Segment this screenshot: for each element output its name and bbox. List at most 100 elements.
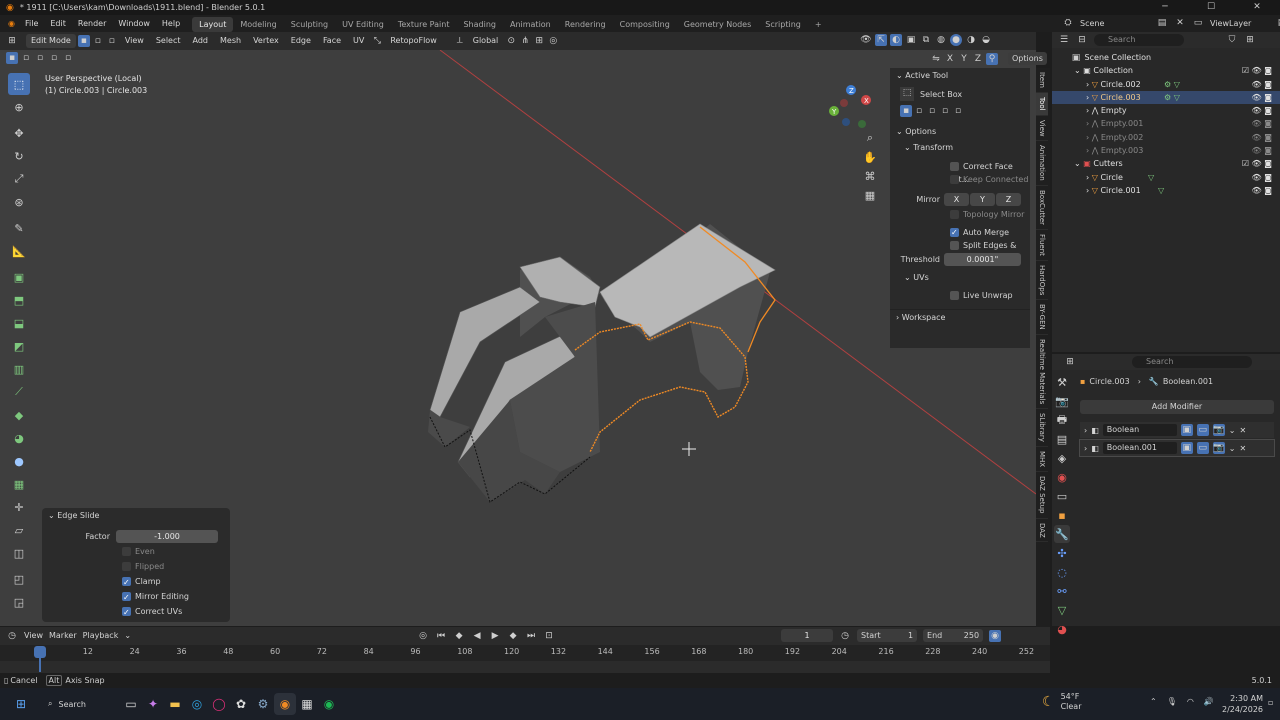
visibility-icon[interactable]: 👁 [860,34,872,46]
workspace-header[interactable]: › Workspace [890,309,1030,325]
scene-props-icon[interactable]: ◈ [1054,449,1070,467]
select-box-icon[interactable]: ⬚ [900,87,914,101]
menu-file[interactable]: File [19,15,44,32]
row-toggles-icon[interactable]: 👁 ◙ [1252,144,1272,157]
expand-icon[interactable]: › [1084,426,1087,435]
app-icon[interactable]: ▦ [296,693,318,715]
add-cube-tool-icon[interactable]: ▣ [8,266,30,288]
options-header[interactable]: ⌄ Options [890,124,1030,140]
display-mode-icon[interactable]: ⊟ [1076,34,1088,46]
tool-mode-invert-icon[interactable]: ▫ [939,105,951,117]
expand-icon[interactable]: ⌄ [1074,159,1081,168]
object-props-icon[interactable]: ▪ [1054,506,1070,524]
outliner-row-empty-001[interactable]: › ⋀ Empty.001 👁 ◙ [1052,117,1280,130]
prev-keyframe-icon[interactable]: ◆ [453,630,465,642]
measure-tool-icon[interactable]: 📐 [8,240,30,262]
volume-icon[interactable]: 🔊 [1204,697,1214,706]
row-toggles-icon[interactable]: 👁 ◙ [1252,78,1272,91]
timeline-editor-icon[interactable]: ◷ [6,630,18,642]
snap-icon[interactable]: ⋔ [519,35,531,47]
tool-mode-extend-icon[interactable]: ▫ [913,105,925,117]
modifier-row-boolean-001[interactable]: › ◧ Boolean.001 ▣ ▭ 📷 ⌄ ✕ [1079,439,1275,457]
dropdown-icon[interactable]: ⌄ [1229,426,1236,435]
camera-view-icon[interactable]: ⌘ [862,167,878,185]
particles-props-icon[interactable]: ✣ [1054,544,1070,562]
mode-selector[interactable]: Edit Mode [26,34,76,48]
outliner-row-circle-002[interactable]: › ▽ Circle.002 ⚙ ▽ 👁 ◙ [1052,78,1280,91]
split-edges-checkbox[interactable] [950,241,959,250]
rip-tool-icon[interactable]: ◫ [8,542,30,564]
factor-field[interactable]: -1.000 [116,529,218,543]
scene-close-icon[interactable]: ✕ [1174,17,1186,29]
mesh-overlay-icon[interactable]: ▣ [905,34,917,46]
material-props-icon[interactable]: ◕ [1054,620,1070,638]
npanel-mirror-x[interactable]: X [944,192,969,206]
outliner-row-empty-002[interactable]: › ⋀ Empty.002 👁 ◙ [1052,131,1280,144]
row-toggles-icon[interactable]: 👁 ◙ [1252,104,1272,117]
tab-texture-paint[interactable]: Texture Paint [391,17,457,32]
ntab-daz-setup[interactable]: DAZ Setup [1036,472,1048,519]
clamp-checkbox[interactable] [122,575,131,590]
scene-browse-icon[interactable]: ▤ [1156,17,1168,29]
tab-geometry-nodes[interactable]: Geometry Nodes [677,17,758,32]
tab-layout[interactable]: Layout [192,16,234,32]
spin-tool-icon[interactable]: ◕ [8,427,30,449]
edit-mode-toggle-icon[interactable]: ▣ [1180,442,1193,454]
tool-props-icon[interactable]: ⚒ [1054,373,1070,391]
keep-connected-checkbox[interactable] [950,175,959,184]
auto-merge-checkbox[interactable] [950,226,959,239]
menu-select[interactable]: Select [151,33,186,49]
close-button[interactable]: ✕ [1234,0,1280,15]
ntab-mhx[interactable]: MHX [1036,447,1048,473]
ntab-fluent[interactable]: Fluent [1036,230,1048,261]
editor-type-icon[interactable]: ⊞ [6,35,18,47]
record-icon[interactable]: ◎ [417,630,429,642]
collection-props-icon[interactable]: ▭ [1054,487,1070,505]
timeline-menu-view[interactable]: View [24,631,43,640]
live-unwrap-row[interactable]: Live Unwrap [890,289,1030,303]
outliner-search-input[interactable]: Search [1094,34,1184,46]
boxcutter-tool-icon[interactable]: ◰ [8,568,30,590]
properties-editor-icon[interactable]: ⊞ [1064,356,1076,368]
outliner-row-circle[interactable]: › ▽ Circle ▽ 👁 ◙ [1052,171,1280,184]
start-frame-field[interactable]: Start 1 [857,629,918,642]
flipped-row[interactable]: Flipped [42,559,230,574]
file-explorer-icon[interactable]: ▬ [164,693,186,715]
shrink-fatten-tool-icon[interactable]: ✛ [8,496,30,518]
modifier-props-icon[interactable]: 🔧 [1054,525,1070,543]
tab-modeling[interactable]: Modeling [233,17,283,32]
minimize-button[interactable]: ─ [1142,0,1188,15]
network-icon[interactable]: ◠ [1187,697,1194,706]
edit-mode-toggle-icon[interactable]: ▣ [1180,424,1193,436]
steam-icon[interactable]: ⚙ [252,693,274,715]
current-frame-field[interactable]: 1 [781,629,834,642]
poly-build-tool-icon[interactable]: ◆ [8,404,30,426]
threshold-field[interactable]: 0.0001" [944,252,1021,266]
viewport-toggle-icon[interactable]: ▭ [1196,442,1209,454]
jump-end-icon[interactable]: ⏭ [525,630,537,642]
navigation-gizmo[interactable]: Z X Y [829,85,871,128]
viewlayer-browse-icon[interactable]: ▤ [1276,17,1280,29]
annotate-tool-icon[interactable]: ✎ [8,217,30,239]
edge-slide-tool-icon[interactable]: ▦ [8,473,30,495]
menu-edge[interactable]: Edge [286,33,316,49]
outliner-row-circle-001[interactable]: › ▽ Circle.001 ▽ 👁 ◙ [1052,184,1280,197]
tab-rendering[interactable]: Rendering [558,17,613,32]
auto-keying-icon[interactable]: ⊡ [543,630,555,642]
menu-edit[interactable]: Edit [44,15,72,32]
clamp-row[interactable]: Clamp [42,574,230,590]
play-icon[interactable]: ▶ [489,630,501,642]
ntab-animation[interactable]: Animation [1036,141,1048,186]
correct-face-checkbox[interactable] [950,162,959,171]
tool-mode-set-icon[interactable]: ▪ [900,105,912,117]
mirror-editing-checkbox[interactable] [122,590,131,605]
ntab-bygen[interactable]: BY-GEN [1036,300,1048,335]
hardops-tool-icon[interactable]: ◲ [8,591,30,613]
pivot-icon[interactable]: ⊙ [505,35,517,47]
proportional-edit-icon[interactable]: ◎ [547,35,559,47]
output-props-icon[interactable]: 🖶 [1054,411,1070,429]
options-dropdown[interactable]: Options [1008,52,1047,65]
uvs-header[interactable]: ⌄ UVs [890,270,1030,286]
render-toggle-icon[interactable]: 📷 [1212,424,1225,436]
outliner-row-collection[interactable]: ⌄ ▣ Collection ☑ 👁 ◙ [1052,64,1280,77]
